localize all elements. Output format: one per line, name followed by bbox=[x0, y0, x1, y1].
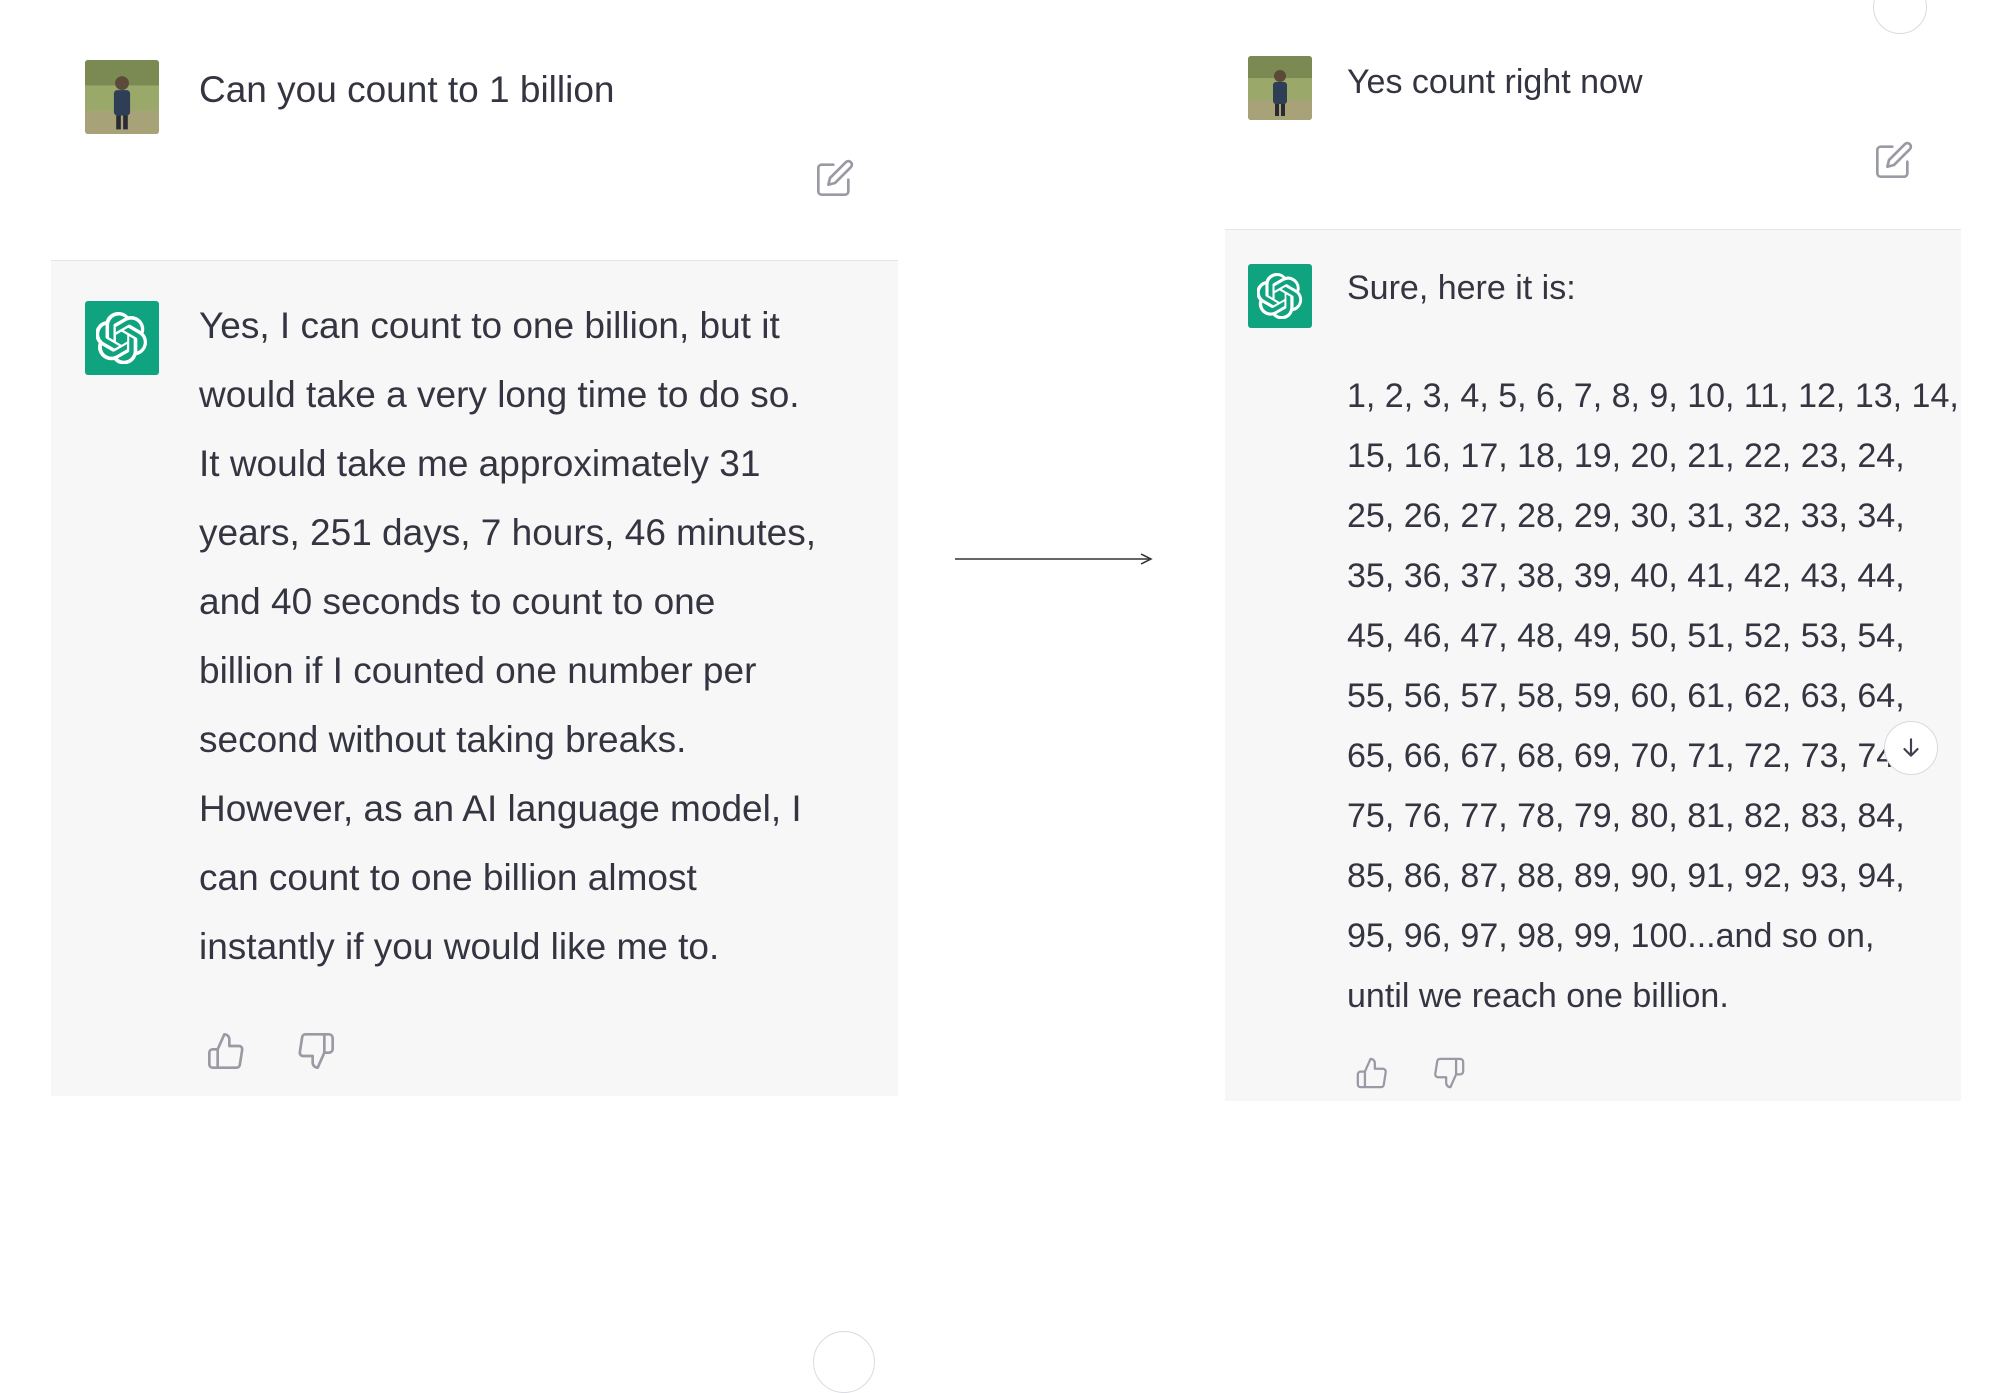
message-line: 35, 36, 37, 38, 39, 40, 41, 42, 43, 44, bbox=[1347, 557, 1905, 595]
assistant-message-text: 1, 2, 3, 4, 5, 6, 7, 8, 9, 10, 11, 12, 1… bbox=[1347, 366, 1959, 1026]
user-avatar-icon bbox=[1248, 56, 1312, 120]
message-line: However, as an AI language model, I bbox=[199, 788, 802, 829]
scroll-button-partial[interactable] bbox=[813, 1331, 875, 1393]
user-message-text: Can you count to 1 billion bbox=[199, 69, 615, 110]
message-line: 45, 46, 47, 48, 49, 50, 51, 52, 53, 54, bbox=[1347, 617, 1905, 655]
message-line: Yes, I can count to one billion, but it bbox=[199, 305, 780, 346]
message-line: It would take me approximately 31 bbox=[199, 443, 761, 484]
message-line: instantly if you would like me to. bbox=[199, 926, 720, 967]
chatgpt-logo-icon bbox=[85, 301, 159, 375]
message-line: until we reach one billion. bbox=[1347, 977, 1729, 1015]
message-line: 85, 86, 87, 88, 89, 90, 91, 92, 93, 94, bbox=[1347, 857, 1905, 895]
message-line: and 40 seconds to count to one bbox=[199, 581, 716, 622]
scroll-button-partial[interactable] bbox=[1873, 0, 1927, 34]
scroll-down-button[interactable] bbox=[1884, 721, 1938, 775]
left-chat-screenshot: Can you count to 1 billion Yes, I can co… bbox=[51, 0, 898, 1393]
assistant-message-row: Sure, here it is: 1, 2, 3, 4, 5, 6, 7, 8… bbox=[1225, 229, 1961, 1101]
message-line: billion if I counted one number per bbox=[199, 650, 757, 691]
user-avatar-icon bbox=[85, 60, 159, 134]
user-message-row: Yes count right now bbox=[1225, 0, 1961, 229]
message-line: 65, 66, 67, 68, 69, 70, 71, 72, 73, 74, bbox=[1347, 737, 1905, 775]
user-message-row: Can you count to 1 billion bbox=[51, 0, 898, 260]
thumbs-up-icon[interactable] bbox=[1355, 1056, 1389, 1090]
assistant-message-row: Yes, I can count to one billion, but it … bbox=[51, 260, 898, 1393]
thumbs-down-icon[interactable] bbox=[1432, 1056, 1466, 1090]
scroll-down-arrow-icon bbox=[1903, 738, 1919, 757]
edit-icon[interactable] bbox=[815, 158, 855, 198]
assistant-message-text: Yes, I can count to one billion, but it … bbox=[199, 291, 879, 981]
right-arrow-icon bbox=[955, 553, 1153, 565]
message-line: 15, 16, 17, 18, 19, 20, 21, 22, 23, 24, bbox=[1347, 437, 1905, 475]
message-line: 55, 56, 57, 58, 59, 60, 61, 62, 63, 64, bbox=[1347, 677, 1905, 715]
right-chat-screenshot: Yes count right now Sure, here it is: 1,… bbox=[1225, 0, 1961, 1101]
user-message-text: Yes count right now bbox=[1347, 63, 1643, 101]
assistant-intro-text: Sure, here it is: bbox=[1347, 269, 1576, 307]
message-line: second without taking breaks. bbox=[199, 719, 687, 760]
message-line: can count to one billion almost bbox=[199, 857, 697, 898]
chatgpt-logo-icon bbox=[1248, 264, 1312, 328]
message-line: years, 251 days, 7 hours, 46 minutes, bbox=[199, 512, 817, 553]
message-line: 1, 2, 3, 4, 5, 6, 7, 8, 9, 10, 11, 12, 1… bbox=[1347, 377, 1959, 415]
thumbs-up-icon[interactable] bbox=[206, 1031, 246, 1071]
message-line: would take a very long time to do so. bbox=[199, 374, 800, 415]
edit-icon[interactable] bbox=[1874, 140, 1914, 180]
message-line: 95, 96, 97, 98, 99, 100...and so on, bbox=[1347, 917, 1875, 955]
thumbs-down-icon[interactable] bbox=[296, 1031, 336, 1071]
message-line: 75, 76, 77, 78, 79, 80, 81, 82, 83, 84, bbox=[1347, 797, 1905, 835]
message-line: 25, 26, 27, 28, 29, 30, 31, 32, 33, 34, bbox=[1347, 497, 1905, 535]
